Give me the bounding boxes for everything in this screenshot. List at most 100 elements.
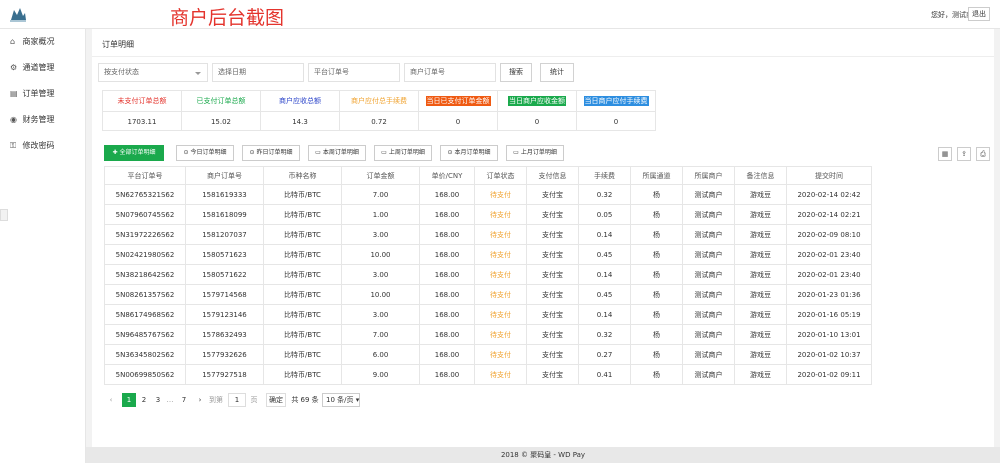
table-row[interactable]: 5N36345802S62 1577932626 比特币/BTC 6.00 168.00… (104, 344, 872, 365)
table-cell: 7.00 (341, 184, 420, 205)
table-cell: 游戏豆 (734, 324, 787, 345)
stat-label: 商户应收总额 (279, 97, 321, 105)
stat-paid-total: 已支付订单总额 15.02 (181, 90, 261, 131)
stat-today-paid: 当日已支付订单金额 0 (418, 90, 498, 131)
table-cell: 1577927518 (185, 364, 264, 385)
table-cell: 0.41 (578, 364, 631, 385)
table-cell: 0.45 (578, 244, 631, 265)
table-cell: 支付宝 (526, 204, 579, 225)
column-header[interactable]: 所属通道 (630, 166, 683, 185)
tab-this-week-orders[interactable]: ▭ 本周订单明细 (308, 145, 366, 161)
tab-yesterday-orders[interactable]: ⊙ 昨日订单明细 (242, 145, 300, 161)
table-cell: 比特币/BTC (263, 224, 342, 245)
stat-value: 1703.11 (103, 111, 181, 131)
logout-button[interactable]: 退出 (968, 7, 990, 21)
tab-today-orders[interactable]: ⊙ 今日订单明细 (176, 145, 234, 161)
table-cell: 2020-01-16 05:19 (786, 304, 872, 325)
content-area: 订单明细 按支付状态 选择日期 平台订单号 商户订单号 搜索 统计 未支付订单总… (86, 29, 1000, 447)
calendar-icon: ▭ (315, 149, 321, 156)
table-cell: 游戏豆 (734, 304, 787, 325)
orders-table: 平台订单号 商户订单号 币种名称 订单金额 单价/CNY 订单状态 支付信息 手… (104, 166, 872, 385)
table-row[interactable]: 5N86174968S62 1579123146 比特币/BTC 3.00 168.00… (104, 304, 872, 325)
page-size-value: 10 条/页 (326, 396, 354, 404)
total-count: 共 69 条 (291, 396, 319, 404)
goto-confirm-button[interactable]: 确定 (266, 393, 286, 407)
column-header[interactable]: 订单状态 (474, 166, 527, 185)
column-header[interactable]: 平台订单号 (104, 166, 186, 185)
sidebar-item-label: 财务管理 (22, 115, 55, 124)
table-row[interactable]: 5N08261357S62 1579714568 比特币/BTC 10.00 168.0… (104, 284, 872, 305)
table-cell: 5N86174968S62 (104, 304, 186, 325)
tab-this-month-orders[interactable]: ⊙ 本月订单明细 (440, 145, 498, 161)
pay-status-select[interactable]: 按支付状态 (98, 63, 208, 82)
tab-label: 上月订单明细 (520, 149, 557, 156)
sidebar-item-overview[interactable]: ⌂ 商家概况 (0, 29, 86, 55)
page-size-select[interactable]: 10 条/页 ▾ (322, 393, 360, 407)
next-page-button[interactable]: › (194, 393, 206, 407)
table-cell: 支付宝 (526, 264, 579, 285)
column-header[interactable]: 提交时间 (786, 166, 872, 185)
column-header[interactable]: 单价/CNY (419, 166, 475, 185)
table-cell: 5N62765321S62 (104, 184, 186, 205)
merchant-order-input[interactable]: 商户订单号 (404, 63, 496, 82)
stats-button[interactable]: 统计 (540, 63, 574, 82)
columns-icon[interactable]: ▦ (938, 147, 952, 161)
table-cell: 测试商户 (682, 324, 735, 345)
table-cell: 0.14 (578, 264, 631, 285)
table-cell: 测试商户 (682, 364, 735, 385)
tab-last-month-orders[interactable]: ▭ 上月订单明细 (506, 145, 564, 161)
table-cell: 168.00 (419, 184, 475, 205)
sidebar-item-finance[interactable]: ◉ 财务管理 (0, 107, 86, 133)
calendar-icon: ▭ (513, 149, 519, 156)
table-cell: 杨 (630, 204, 683, 225)
table-cell: 0.05 (578, 204, 631, 225)
page-button[interactable]: 1 (122, 393, 136, 407)
tab-all-orders[interactable]: ✚ 全部订单明细 (104, 145, 164, 161)
column-header[interactable]: 所属商户 (682, 166, 735, 185)
table-cell: 2020-02-01 23:40 (786, 244, 872, 265)
table-cell: 0.27 (578, 344, 631, 365)
sidebar-item-password[interactable]: ⚿ 修改密码 (0, 133, 86, 159)
clock-icon: ⊙ (447, 149, 453, 156)
export-icon[interactable]: ⇪ (957, 147, 971, 161)
stat-label: 已支付订单总额 (196, 97, 246, 105)
sidebar-item-label: 通道管理 (22, 63, 55, 72)
column-header[interactable]: 手续费 (578, 166, 631, 185)
print-icon[interactable]: ⎙ (976, 147, 990, 161)
table-row[interactable]: 5N96485767S62 1578632493 比特币/BTC 7.00 168.00… (104, 324, 872, 345)
table-cell: 168.00 (419, 304, 475, 325)
table-cell: 杨 (630, 224, 683, 245)
column-header[interactable]: 支付信息 (526, 166, 579, 185)
page-button[interactable]: 7 (178, 393, 190, 407)
settings-icon: ⚙ (10, 63, 18, 72)
column-header[interactable]: 币种名称 (263, 166, 342, 185)
footer: 2018 © 聚码皇 - WD Pay (86, 447, 1000, 463)
chevron-down-icon: ▾ (353, 396, 360, 404)
table-row[interactable]: 5N02421980S62 1580571623 比特币/BTC 10.00 168.0… (104, 244, 872, 265)
date-picker-input[interactable]: 选择日期 (212, 63, 304, 82)
table-row[interactable]: 5N00699850S62 1577927518 比特币/BTC 9.00 168.00… (104, 364, 872, 385)
column-header[interactable]: 备注信息 (734, 166, 787, 185)
calendar-icon: ▭ (381, 149, 387, 156)
table-row[interactable]: 5N07960745S62 1581618099 比特币/BTC 1.00 168.00… (104, 204, 872, 225)
column-header[interactable]: 商户订单号 (185, 166, 264, 185)
table-row[interactable]: 5N31972226S62 1581207037 比特币/BTC 3.00 168.00… (104, 224, 872, 245)
prev-page-button[interactable]: ‹ (104, 393, 118, 407)
page-button[interactable]: 2 (138, 393, 150, 407)
sidebar-collapse-handle[interactable] (0, 209, 8, 221)
order-status-cell: 待支付 (474, 284, 527, 305)
goto-page-input[interactable]: 1 (228, 393, 246, 407)
table-cell: 游戏豆 (734, 344, 787, 365)
sidebar-item-label: 商家概况 (22, 37, 55, 46)
tab-last-week-orders[interactable]: ▭ 上周订单明细 (374, 145, 432, 161)
table-row[interactable]: 5N38218642S62 1580571622 比特币/BTC 3.00 168.00… (104, 264, 872, 285)
sidebar-item-channels[interactable]: ⚙ 通道管理 (0, 55, 86, 81)
table-cell: 比特币/BTC (263, 264, 342, 285)
lock-icon: ⚿ (10, 141, 17, 150)
table-row[interactable]: 5N62765321S62 1581619333 比特币/BTC 7.00 168.00… (104, 184, 872, 205)
platform-order-input[interactable]: 平台订单号 (308, 63, 400, 82)
search-button[interactable]: 搜索 (500, 63, 532, 82)
sidebar-item-orders[interactable]: ▤ 订单管理 (0, 81, 86, 107)
column-header[interactable]: 订单金额 (341, 166, 420, 185)
page-button[interactable]: 3 (152, 393, 164, 407)
